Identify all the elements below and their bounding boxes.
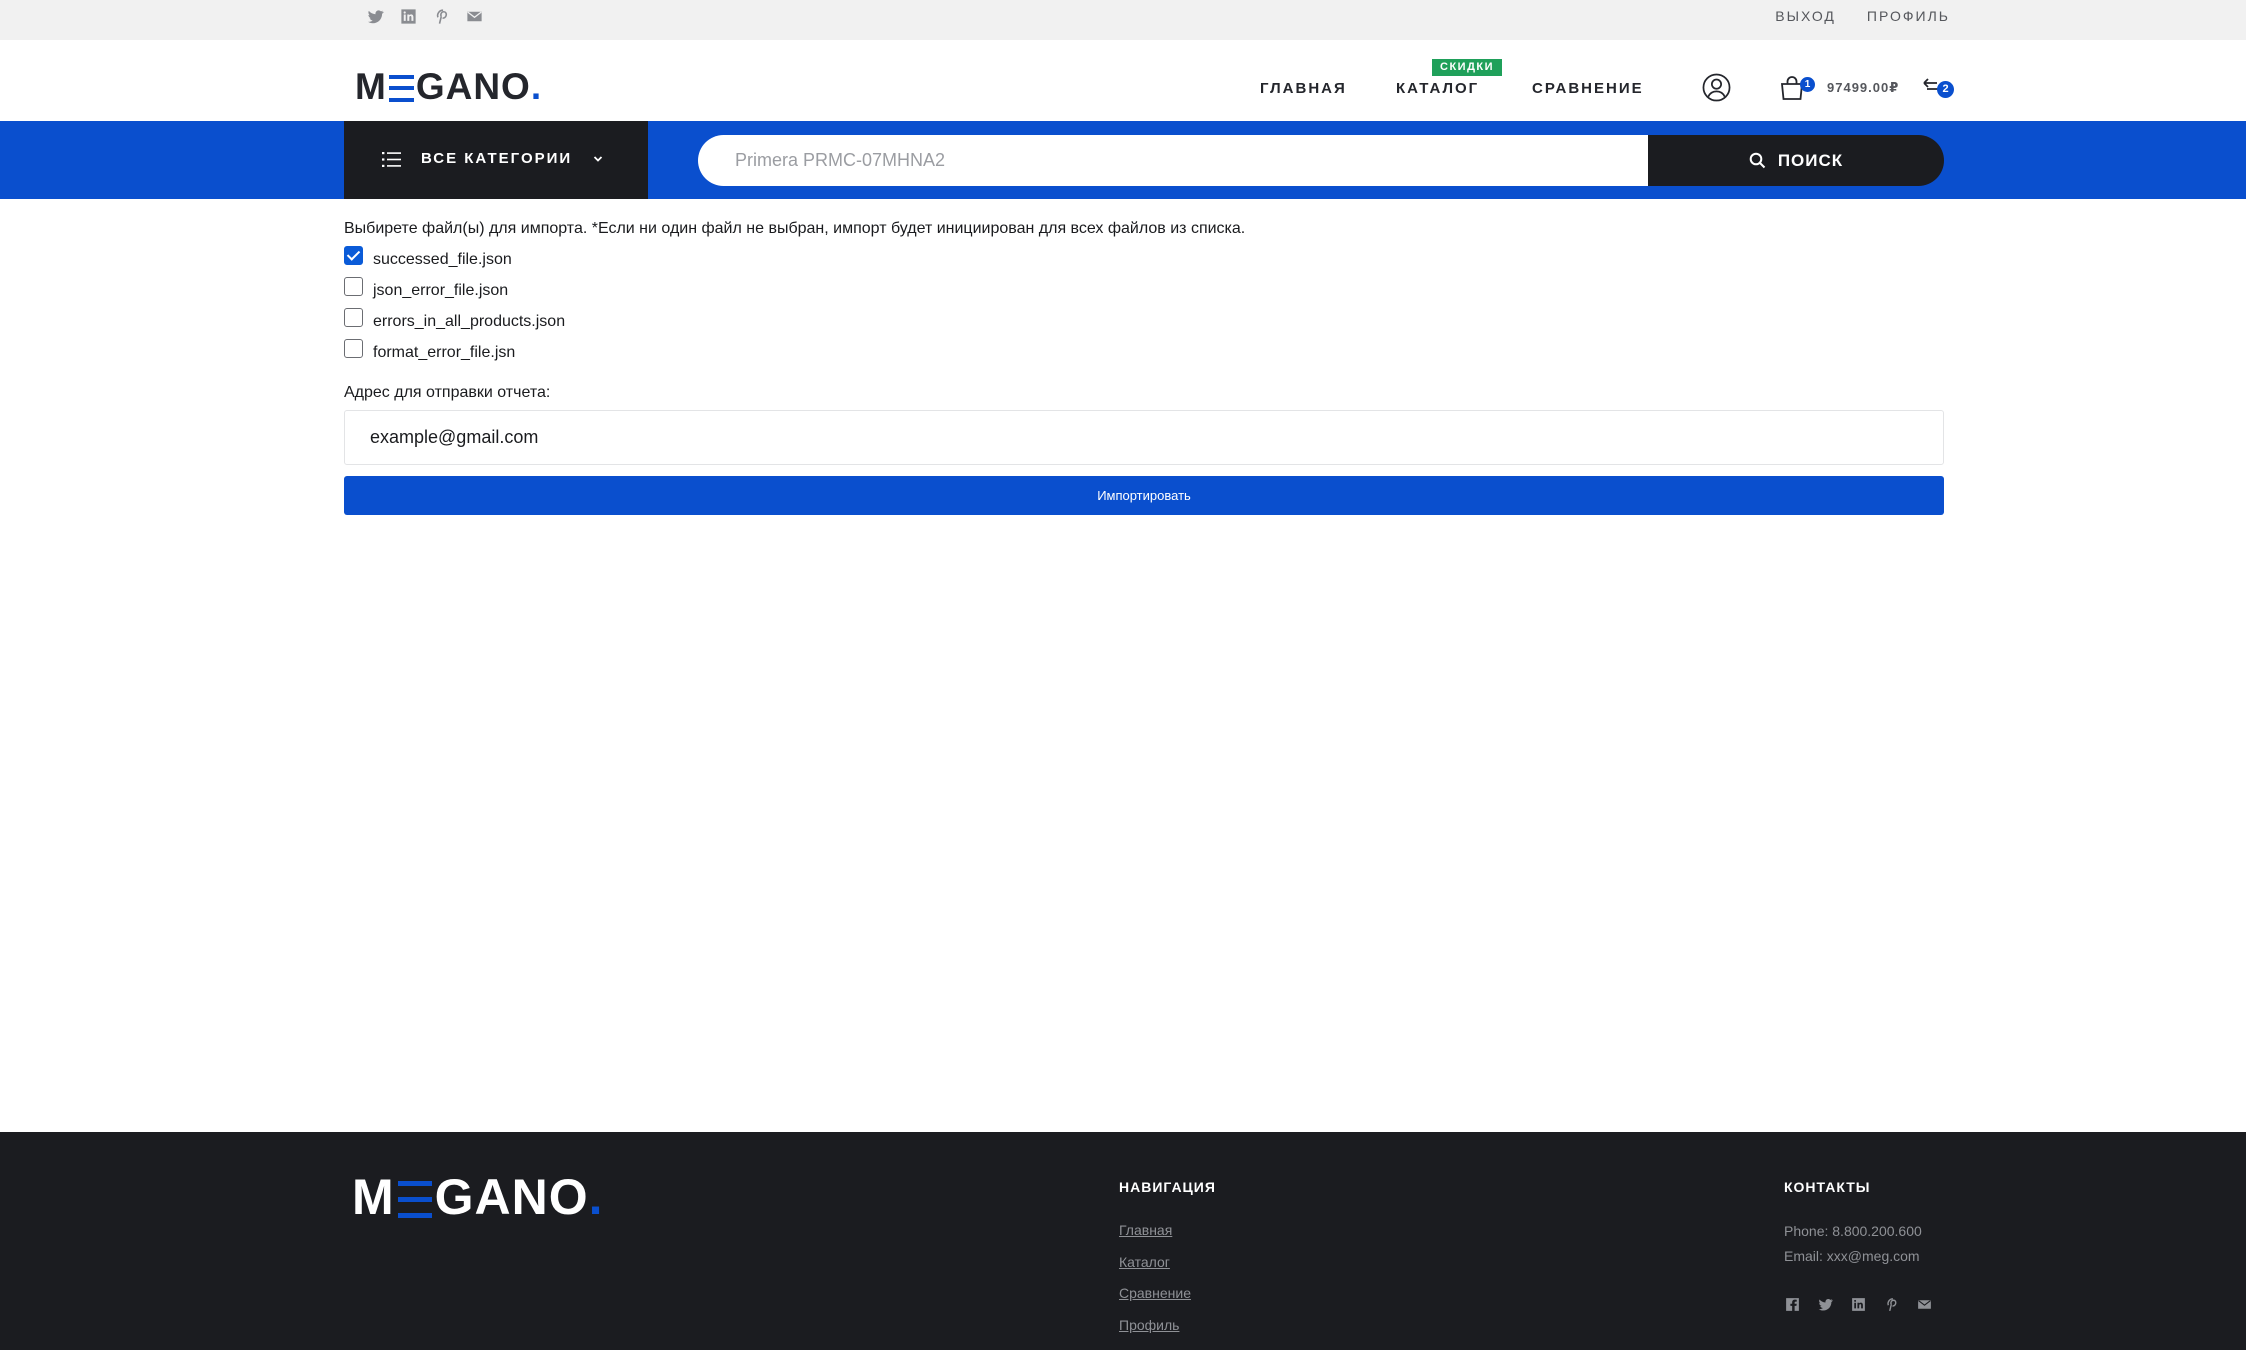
linkedin-icon[interactable] [1850, 1296, 1867, 1313]
footer-link-catalog[interactable]: Каталог [1119, 1254, 1170, 1270]
import-button[interactable]: Импортировать [344, 476, 1944, 515]
logo-e-mark [388, 75, 414, 102]
logo-e-mark [397, 1181, 432, 1218]
search-button-label: ПОИСК [1777, 150, 1844, 170]
mail-icon[interactable] [465, 7, 484, 26]
site-header: M GANO . ГЛАВНАЯ КАТАЛОГ СКИДКИ СРАВНЕНИ… [0, 40, 2246, 121]
nav-catalog[interactable]: КАТАЛОГ [1396, 80, 1479, 97]
mail-icon[interactable] [1916, 1296, 1933, 1313]
file-checkbox[interactable] [344, 277, 363, 296]
search-input[interactable] [698, 135, 1650, 186]
site-footer: M GANO . НАВИГАЦИЯ Главная Каталог Сравн… [0, 1132, 2246, 1350]
pinterest-icon[interactable] [1883, 1296, 1900, 1313]
footer-social-links [1784, 1296, 1933, 1313]
file-option[interactable]: format_error_file.jsn [344, 339, 515, 361]
compare-count-badge: 2 [1937, 81, 1954, 98]
report-email-label: Адрес для отправки отчета: [344, 384, 551, 401]
search-icon [1749, 152, 1766, 169]
twitter-icon[interactable] [1817, 1296, 1834, 1313]
file-checkbox[interactable] [344, 339, 363, 358]
discount-badge: СКИДКИ [1432, 59, 1503, 76]
footer-link-compare[interactable]: Сравнение [1119, 1285, 1191, 1301]
top-social-links [366, 7, 484, 26]
site-logo[interactable]: M GANO . [355, 68, 542, 105]
search-form: ПОИСК [698, 135, 1944, 186]
footer-link-profile[interactable]: Профиль [1119, 1317, 1179, 1333]
search-strip: ВСЕ КАТЕГОРИИ ПОИСК [0, 121, 2246, 199]
import-instructions: Выбирете файл(ы) для импорта. *Если ни о… [344, 220, 1246, 237]
file-name: successed_file.json [373, 250, 512, 268]
file-name: errors_in_all_products.json [373, 312, 566, 330]
nav-home[interactable]: ГЛАВНАЯ [1260, 80, 1347, 97]
file-name: format_error_file.jsn [373, 343, 516, 361]
cart-total[interactable]: 97499.00₽ [1827, 80, 1899, 96]
all-categories-dropdown[interactable]: ВСЕ КАТЕГОРИИ [344, 121, 648, 199]
footer-contacts-title: КОНТАКТЫ [1784, 1179, 1871, 1195]
list-menu-icon [382, 152, 401, 167]
twitter-icon[interactable] [366, 7, 385, 26]
footer-link-home[interactable]: Главная [1119, 1222, 1172, 1238]
linkedin-icon[interactable] [399, 7, 418, 26]
chevron-down-icon [593, 156, 603, 162]
file-option[interactable]: json_error_file.json [344, 277, 508, 299]
logout-link[interactable]: ВЫХОД [1775, 8, 1836, 24]
footer-phone: Phone: 8.800.200.600 [1784, 1223, 1922, 1239]
account-links: ВЫХОД ПРОФИЛЬ [1775, 8, 1950, 24]
facebook-icon[interactable] [1784, 1296, 1801, 1313]
footer-logo[interactable]: M GANO . [352, 1172, 604, 1222]
file-option[interactable]: errors_in_all_products.json [344, 308, 565, 330]
file-checkbox[interactable] [344, 246, 363, 265]
file-option[interactable]: successed_file.json [344, 246, 512, 268]
file-checkbox[interactable] [344, 308, 363, 327]
user-icon[interactable] [1702, 73, 1731, 102]
top-bar: ВЫХОД ПРОФИЛЬ [0, 0, 2246, 40]
file-name: json_error_file.json [373, 281, 509, 299]
footer-email: Email: xxx@meg.com [1784, 1248, 1920, 1264]
report-email-input[interactable] [344, 410, 1944, 465]
search-button[interactable]: ПОИСК [1648, 135, 1944, 186]
pinterest-icon[interactable] [432, 7, 451, 26]
footer-nav-title: НАВИГАЦИЯ [1119, 1179, 1216, 1195]
nav-compare[interactable]: СРАВНЕНИЕ [1532, 80, 1644, 97]
profile-link[interactable]: ПРОФИЛЬ [1867, 8, 1950, 24]
cart-count-badge: 1 [1800, 77, 1815, 92]
categories-label: ВСЕ КАТЕГОРИИ [421, 150, 573, 167]
